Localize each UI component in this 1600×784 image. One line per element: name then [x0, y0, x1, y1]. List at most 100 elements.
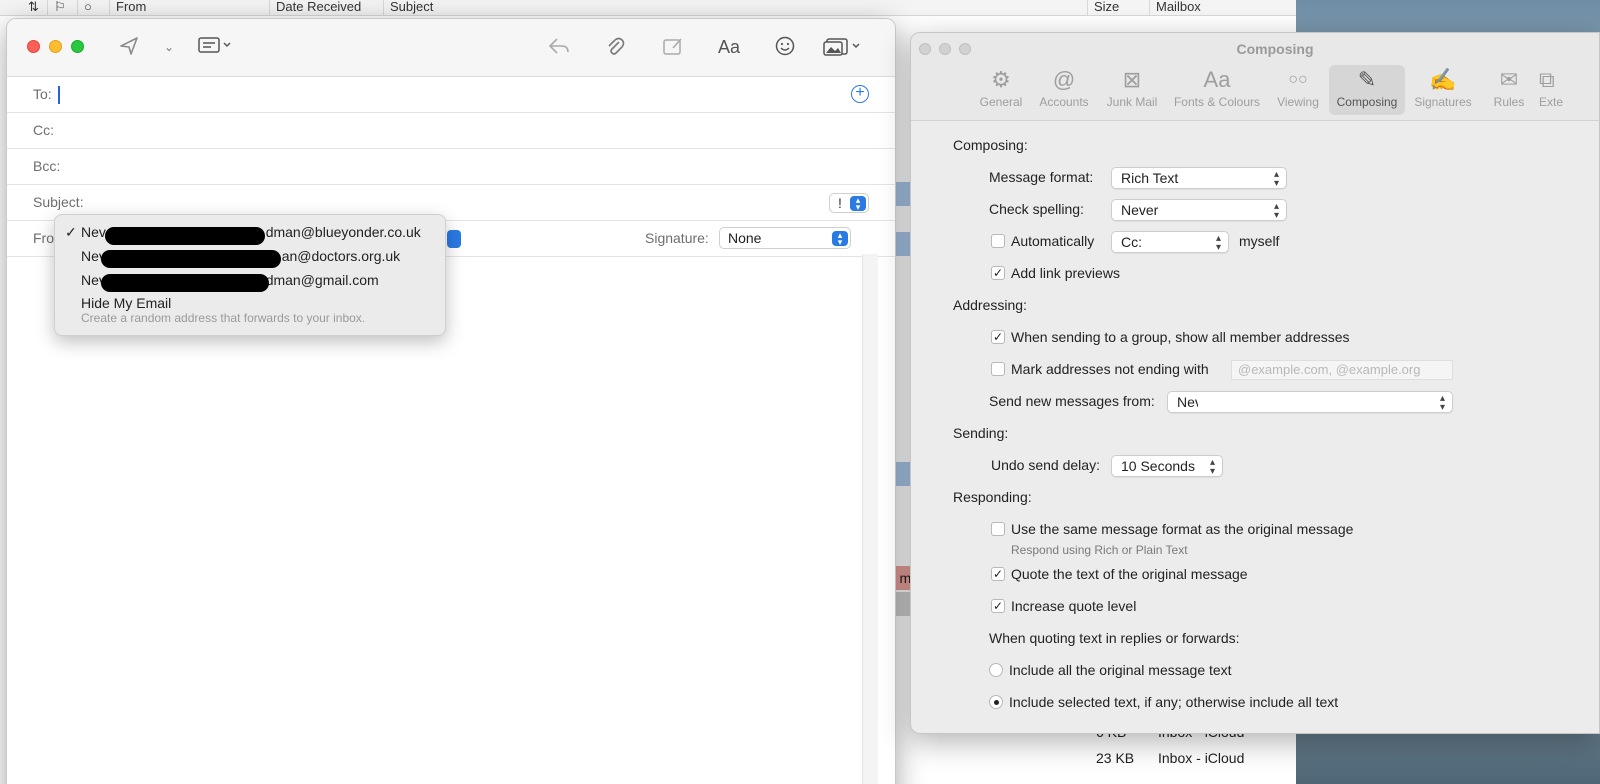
redaction-mark [101, 274, 269, 292]
address-suffix: dman@gmail.com [265, 272, 379, 288]
flag-column-icon[interactable]: ⚐ [48, 0, 78, 16]
gear-icon: ⚙ [991, 67, 1011, 92]
send-icon[interactable] [115, 35, 143, 59]
chevron-down-icon[interactable]: ⌄ [155, 35, 183, 59]
tab-extensions[interactable]: ⧉ Exte [1539, 65, 1579, 115]
tab-accounts[interactable]: @ Accounts [1035, 65, 1093, 115]
send-from-label: Send new messages from: [989, 393, 1155, 409]
tab-label: Composing [1336, 95, 1398, 109]
include-all-radio[interactable] [989, 663, 1003, 677]
tab-viewing[interactable]: ○○ Viewing [1271, 65, 1325, 115]
add-contact-icon[interactable]: + [851, 85, 869, 103]
tab-signatures[interactable]: ✍ Signatures [1411, 65, 1475, 115]
format-icon[interactable]: Aa [715, 35, 743, 59]
automatically-cc-select[interactable]: Cc: ▴ ▾ [1111, 231, 1229, 253]
cc-label: Cc: [33, 122, 54, 138]
unread-column-icon[interactable]: ○ [78, 0, 110, 16]
tab-composing[interactable]: ✎ Composing [1329, 65, 1405, 115]
message-format-label: Message format: [989, 169, 1094, 185]
address-suffix: an@doctors.org.uk [281, 248, 401, 264]
signature-select[interactable]: None ▴ ▾ [719, 227, 851, 249]
tab-general[interactable]: ⚙ General [973, 65, 1029, 115]
when-quoting-label: When quoting text in replies or forwards… [989, 630, 1240, 646]
to-field[interactable]: To: + [7, 77, 895, 113]
chevron-updown-icon: ▴ ▾ [1215, 233, 1221, 253]
at-icon: @ [1052, 67, 1076, 92]
markup-icon[interactable] [659, 35, 687, 59]
add-link-previews-checkbox[interactable]: ✓ [991, 266, 1005, 280]
myself-label: myself [1239, 233, 1280, 249]
hide-my-email-description: Create a random address that forwards to… [81, 311, 366, 325]
hide-my-email-item[interactable]: Hide My Email [81, 295, 171, 311]
close-button[interactable] [27, 40, 40, 53]
stepper-icon: ▴ ▾ [850, 196, 866, 212]
increase-quote-label: Increase quote level [1011, 598, 1137, 614]
subject-label: Subject: [33, 194, 84, 210]
signature-label: Signature: [645, 230, 709, 246]
show-group-members-checkbox[interactable]: ✓ [991, 330, 1005, 344]
same-format-label: Use the same message format as the origi… [1011, 521, 1354, 537]
message-format-select[interactable]: Rich Text ▴ ▾ [1111, 167, 1287, 189]
automatically-label: Automatically [1011, 233, 1095, 249]
quote-text-checkbox[interactable]: ✓ [991, 567, 1005, 581]
from-label: Fro [33, 230, 54, 246]
send-from-select[interactable]: Nev ▴ ▾ [1167, 391, 1453, 413]
priority-value: ! [838, 195, 842, 211]
column-from[interactable]: From [110, 0, 270, 16]
tab-fonts-colours[interactable]: Aa Fonts & Colours [1169, 65, 1265, 115]
signature-value: None [728, 230, 762, 246]
tab-rules[interactable]: ✉ Rules [1487, 65, 1531, 115]
mark-addresses-input[interactable]: @example.com, @example.org [1231, 360, 1453, 380]
zoom-button[interactable] [71, 40, 84, 53]
chevron-updown-icon: ▴ ▾ [1273, 169, 1279, 189]
sort-icon[interactable]: ⇅ [22, 0, 48, 16]
header-fields-icon[interactable] [195, 35, 235, 59]
minimize-button[interactable] [49, 40, 62, 53]
tab-label: Exte [1539, 95, 1564, 109]
compose-window: ⌄ Aa To: + Cc: Bcc: Subject: ! ▴ ▾ Fro S… [6, 18, 896, 784]
undo-delay-label: Undo send delay: [991, 457, 1100, 473]
signature-icon: ✍ [1429, 67, 1457, 92]
mark-addresses-checkbox[interactable] [991, 362, 1005, 376]
photo-browser-icon[interactable] [821, 35, 865, 59]
priority-select[interactable]: ! ▴ ▾ [829, 193, 869, 213]
attachment-icon[interactable] [601, 35, 629, 59]
section-heading-sending: Sending: [953, 425, 1009, 441]
rules-icon: ✉ [1499, 67, 1519, 92]
tab-label: Accounts [1039, 95, 1089, 109]
window-title: Composing [1236, 41, 1314, 57]
add-link-previews-label: Add link previews [1011, 265, 1120, 281]
include-selected-radio[interactable] [989, 695, 1003, 709]
text-cursor [57, 86, 60, 105]
compose-toolbar: ⌄ Aa [7, 19, 895, 77]
increase-quote-checkbox[interactable]: ✓ [991, 599, 1005, 613]
cc-field[interactable]: Cc: [7, 113, 895, 149]
preferences-toolbar: Composing ⚙ General @ Accounts ⊠ Junk Ma… [911, 33, 1599, 121]
check-spelling-select[interactable]: Never ▴ ▾ [1111, 199, 1287, 221]
emoji-icon[interactable] [771, 35, 799, 59]
message-body[interactable] [7, 257, 865, 784]
tab-label: General [979, 95, 1023, 109]
redaction-mark [105, 227, 265, 245]
show-group-members-label: When sending to a group, show all member… [1011, 329, 1350, 345]
chevron-updown-icon: ▴ ▾ [1209, 457, 1215, 477]
automatically-checkbox[interactable] [991, 234, 1005, 248]
same-format-checkbox[interactable] [991, 522, 1005, 536]
tab-label: Viewing [1277, 95, 1319, 109]
to-label: To: [33, 86, 52, 102]
include-all-label: Include all the original message text [1009, 662, 1232, 678]
bcc-field[interactable]: Bcc: [7, 149, 895, 185]
reply-icon[interactable] [545, 35, 573, 59]
check-spelling-label: Check spelling: [989, 201, 1084, 217]
section-heading-composing: Composing: [953, 137, 1028, 153]
undo-delay-select[interactable]: 10 Seconds ▴ ▾ [1111, 455, 1223, 477]
compose-scrollbar[interactable] [862, 254, 878, 784]
tab-label: Junk Mail [1106, 95, 1158, 109]
from-stepper-icon[interactable] [447, 230, 461, 248]
tab-junk-mail[interactable]: ⊠ Junk Mail [1101, 65, 1163, 115]
chevron-updown-icon: ▴ ▾ [1273, 201, 1279, 221]
column-date-received[interactable]: Date Received [270, 0, 384, 16]
tab-label: Fonts & Colours [1173, 95, 1261, 109]
tab-label: Rules [1493, 95, 1525, 109]
select-value: Cc: [1121, 234, 1142, 250]
